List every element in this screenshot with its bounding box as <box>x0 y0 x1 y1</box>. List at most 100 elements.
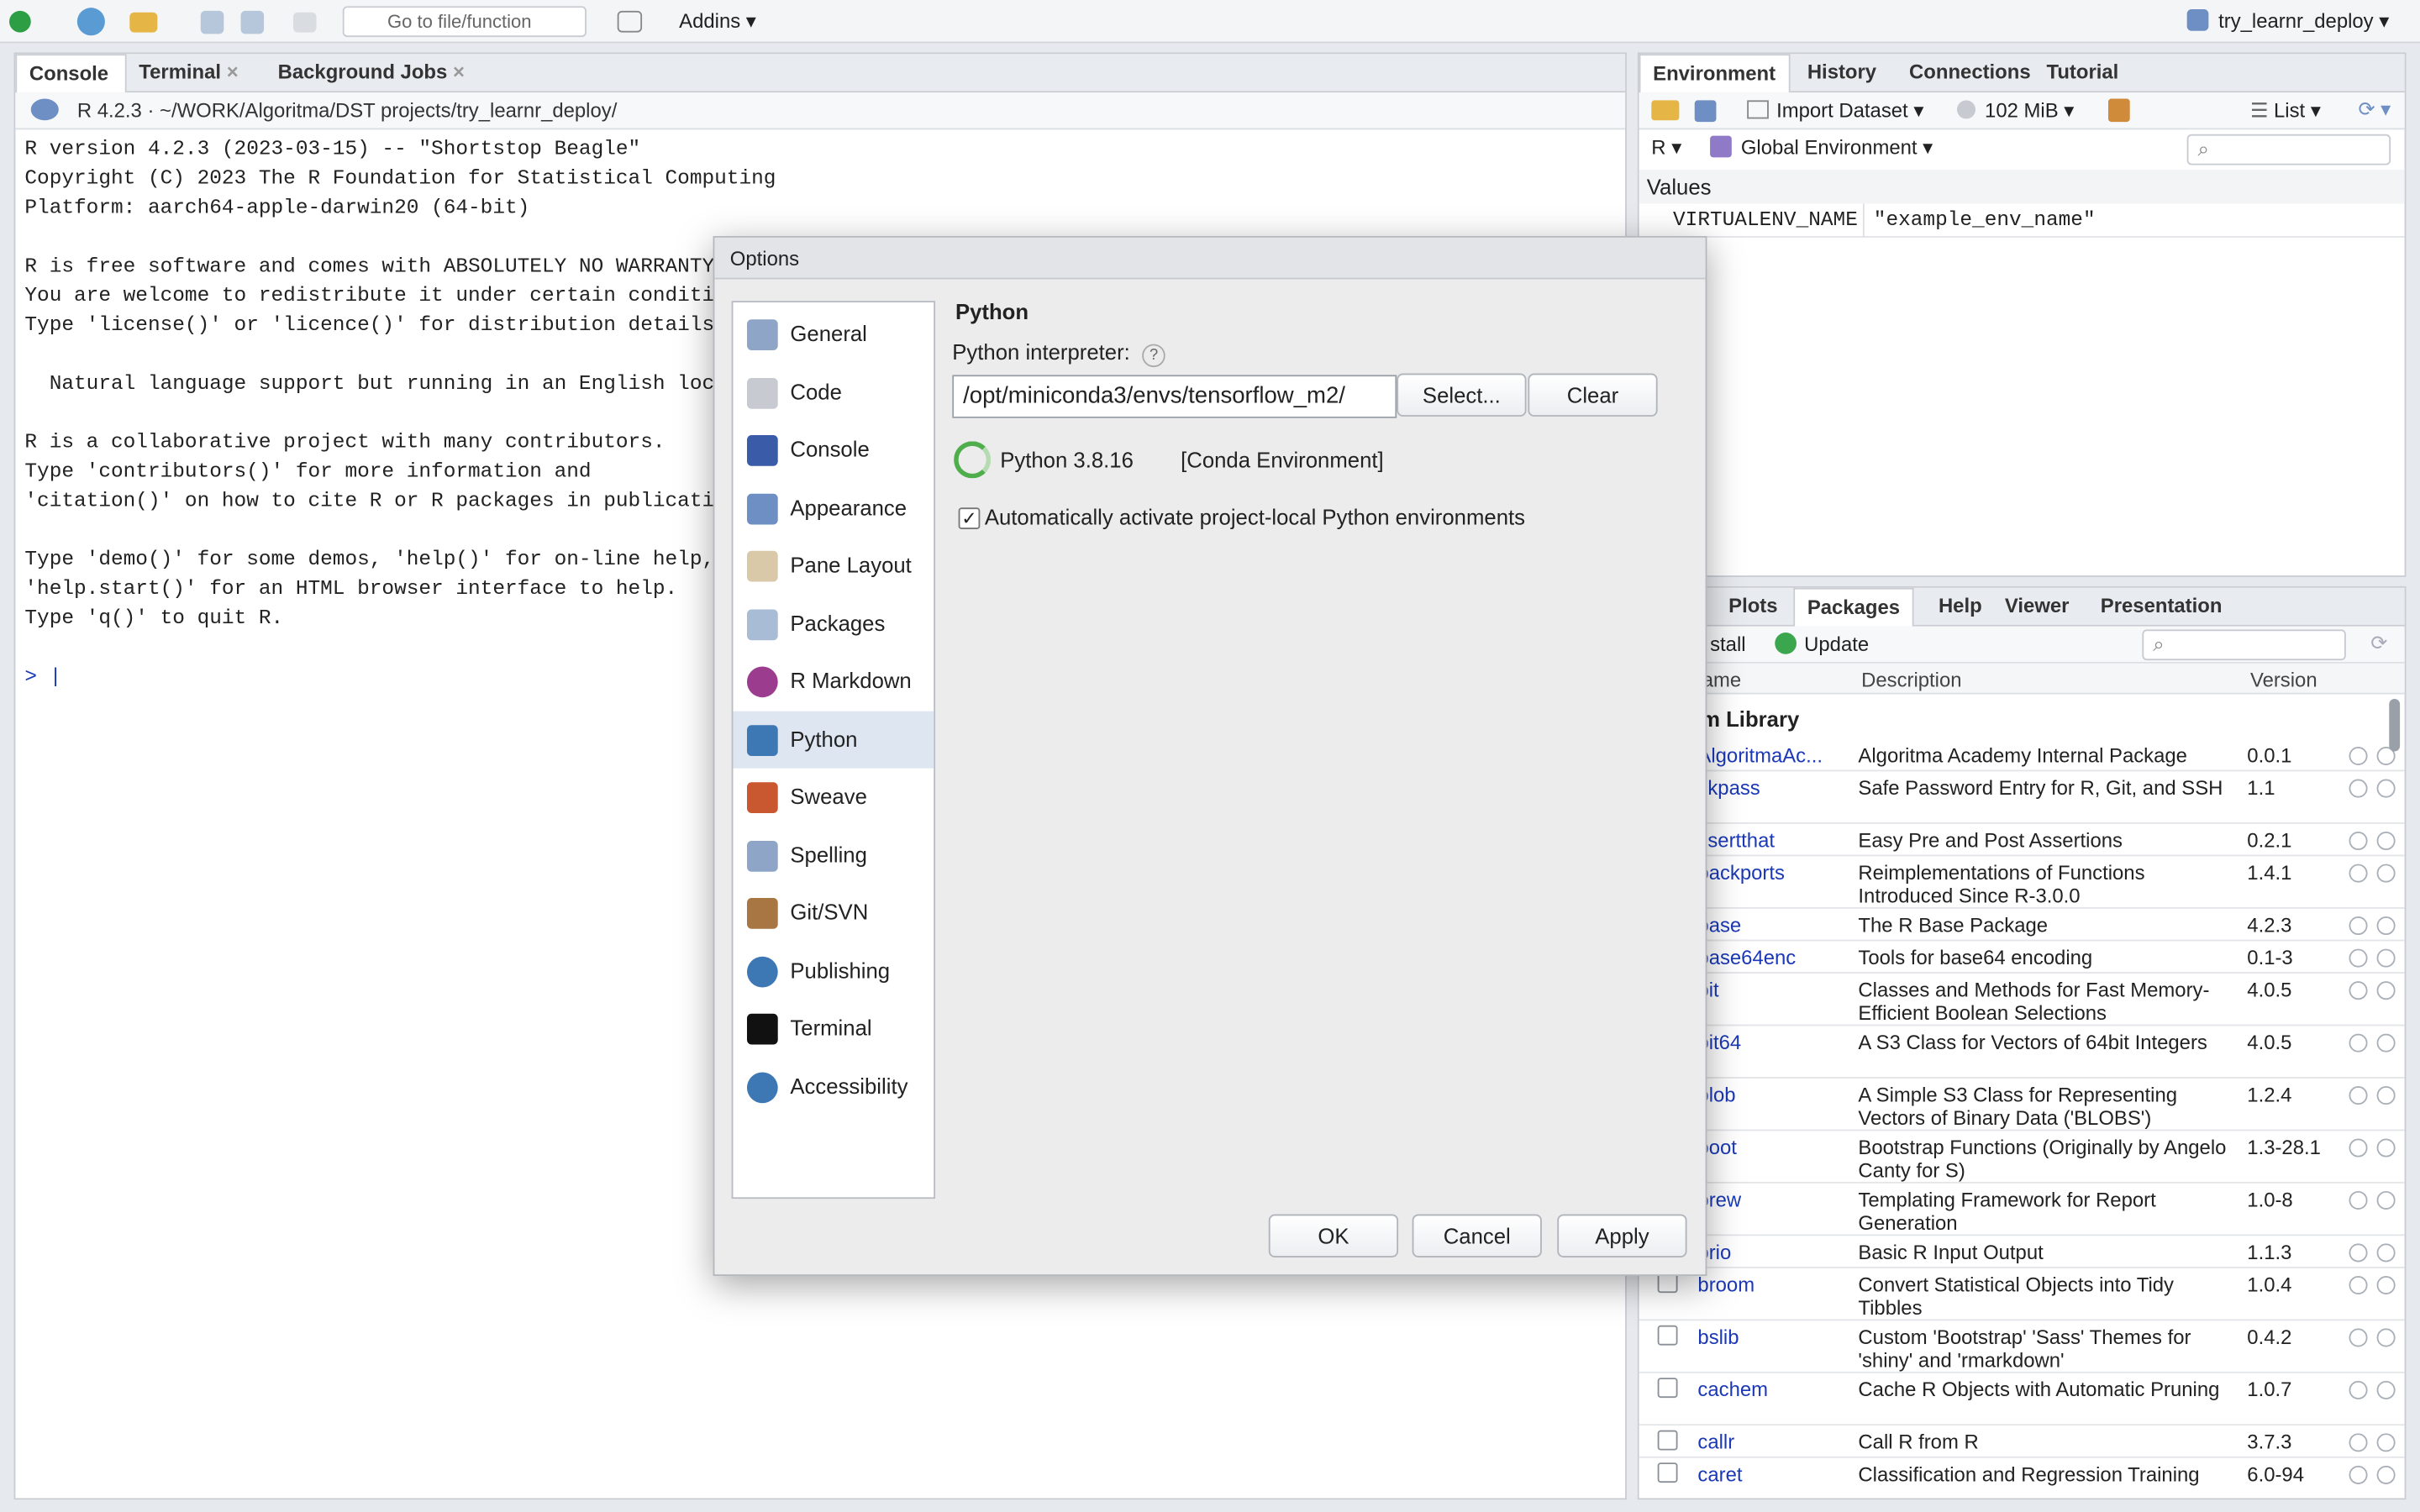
package-name[interactable]: skpass <box>1697 776 1760 800</box>
remove-package-icon[interactable] <box>2376 1433 2396 1452</box>
environment-search-input[interactable]: ⌕ <box>2186 134 2391 165</box>
tab-help[interactable]: Help <box>1926 588 1994 627</box>
close-icon[interactable]: × <box>453 60 465 84</box>
import-dataset-menu[interactable]: Import Dataset ▾ <box>1747 99 1923 123</box>
nav-item-publishing[interactable]: Publishing <box>733 942 934 999</box>
scrollbar-thumb[interactable] <box>2389 699 2401 752</box>
save-icon[interactable] <box>200 10 224 34</box>
env-variable-row[interactable]: VIRTUALENV_NAME "example_env_name" <box>1639 203 2405 238</box>
nav-item-code[interactable]: Code <box>733 364 934 421</box>
globe-icon[interactable] <box>2349 916 2368 936</box>
remove-package-icon[interactable] <box>2376 1328 2396 1347</box>
package-row[interactable]: blob A Simple S3 Class for Representing V… <box>1639 1079 2405 1131</box>
package-name[interactable]: backports <box>1697 861 1785 885</box>
new-project-icon[interactable] <box>76 8 105 36</box>
package-row[interactable]: callr Call R from R 3.7.3 <box>1639 1425 2405 1458</box>
refresh-icon[interactable]: ⟳ <box>2370 631 2387 655</box>
tab-presentation[interactable]: Presentation <box>2088 588 2234 627</box>
remove-package-icon[interactable] <box>2376 1275 2396 1295</box>
working-directory-path[interactable]: R 4.2.3 · ~/WORK/Algoritma/DST projects/… <box>77 99 618 123</box>
tab-viewer[interactable]: Viewer <box>1992 588 2081 627</box>
package-checkbox[interactable] <box>1657 1430 1678 1451</box>
package-name[interactable]: callr <box>1697 1431 1734 1454</box>
globe-icon[interactable] <box>2349 1190 2368 1210</box>
tab-tutorial[interactable]: Tutorial <box>2034 54 2131 92</box>
package-checkbox[interactable] <box>1657 1325 1678 1346</box>
globe-icon[interactable] <box>2349 1328 2368 1347</box>
globe-icon[interactable] <box>2349 1433 2368 1452</box>
package-row[interactable]: boot Bootstrap Functions (Originally by A… <box>1639 1131 2405 1184</box>
package-name[interactable]: cachem <box>1697 1378 1768 1401</box>
auto-activate-label[interactable]: Automatically activate project-local Pyt… <box>985 505 1525 529</box>
globe-icon[interactable] <box>2349 864 2368 883</box>
remove-package-icon[interactable] <box>2376 1380 2396 1399</box>
package-name[interactable]: bslib <box>1697 1326 1739 1349</box>
globe-icon[interactable] <box>2349 1243 2368 1263</box>
console-output[interactable]: R version 4.2.3 (2023-03-15) -- "Shortst… <box>24 134 776 691</box>
globe-icon[interactable] <box>2349 1138 2368 1158</box>
globe-icon[interactable] <box>2349 948 2368 968</box>
package-row[interactable]: base The R Base Package 4.2.3 <box>1639 909 2405 942</box>
package-row[interactable]: ssertthat Easy Pre and Post Assertions 0.2… <box>1639 824 2405 857</box>
remove-package-icon[interactable] <box>2376 981 2396 1000</box>
nav-item-terminal[interactable]: Terminal <box>733 1000 934 1057</box>
tab-background-jobs[interactable]: Background Jobs × <box>266 54 477 92</box>
tab-console[interactable]: Console <box>15 54 127 93</box>
globe-icon[interactable] <box>2349 832 2368 851</box>
packages-search-input[interactable]: ⌕ <box>2142 629 2346 661</box>
remove-package-icon[interactable] <box>2376 1033 2396 1053</box>
remove-package-icon[interactable] <box>2376 832 2396 851</box>
view-mode-menu[interactable]: ☰ List ▾ <box>2250 99 2321 123</box>
tab-terminal[interactable]: Terminal × <box>127 54 251 92</box>
remove-package-icon[interactable] <box>2376 864 2396 883</box>
package-name[interactable]: caret <box>1697 1462 1742 1486</box>
package-row[interactable]: base64enc Tools for base64 encoding 0.1-3 <box>1639 941 2405 974</box>
project-menu[interactable]: try_learnr_deploy ▾ <box>2187 9 2389 34</box>
package-row[interactable]: broom Convert Statistical Objects into Ti… <box>1639 1268 2405 1321</box>
apply-button[interactable]: Apply <box>1557 1214 1687 1257</box>
package-checkbox[interactable] <box>1657 1462 1678 1483</box>
nav-item-git-svn[interactable]: Git/SVN <box>733 884 934 941</box>
remove-package-icon[interactable] <box>2376 1190 2396 1210</box>
update-button[interactable]: Update <box>1775 633 1869 656</box>
package-row[interactable]: backports Reimplementations of Functions … <box>1639 856 2405 909</box>
globe-icon[interactable] <box>2349 1380 2368 1399</box>
print-icon[interactable] <box>292 12 317 33</box>
help-icon[interactable]: ? <box>1142 344 1165 368</box>
globe-icon[interactable] <box>2349 981 2368 1000</box>
package-row[interactable]: cachem Cache R Objects with Automatic Pru… <box>1639 1373 2405 1426</box>
nav-item-r-markdown[interactable]: R Markdown <box>733 653 934 710</box>
tab-connections[interactable]: Connections <box>1897 54 2043 92</box>
column-header-version[interactable]: Version <box>2250 668 2317 691</box>
auto-activate-checkbox[interactable]: ✓ <box>958 507 981 529</box>
memory-usage[interactable]: 102 MiB ▾ <box>1956 99 2074 123</box>
save-workspace-icon[interactable] <box>1694 100 1717 123</box>
addins-menu[interactable]: Addins ▾ <box>679 9 756 34</box>
refresh-icon[interactable]: ⟳ ▾ <box>2359 97 2391 122</box>
cancel-button[interactable]: Cancel <box>1412 1214 1542 1257</box>
interpreter-path-input[interactable]: /opt/miniconda3/envs/tensorflow_m2/ <box>952 375 1397 418</box>
package-name[interactable]: ssertthat <box>1697 828 1775 852</box>
nav-item-console[interactable]: Console <box>733 421 934 478</box>
new-file-icon[interactable] <box>9 10 31 33</box>
package-row[interactable]: bit Classes and Methods for Fast Memory-E… <box>1639 974 2405 1026</box>
nav-item-spelling[interactable]: Spelling <box>733 827 934 884</box>
package-row[interactable]: brio Basic R Input Output 1.1.3 <box>1639 1236 2405 1268</box>
tab-plots[interactable]: Plots <box>1716 588 1790 627</box>
package-name[interactable]: AlgoritmaAc... <box>1697 743 1823 767</box>
nav-item-packages[interactable]: Packages <box>733 595 934 652</box>
remove-package-icon[interactable] <box>2376 1465 2396 1484</box>
package-row[interactable]: AlgoritmaAc... Algoritma Academy Internal… <box>1639 739 2405 772</box>
nav-item-python[interactable]: Python <box>733 710 934 768</box>
goto-file-input[interactable]: Go to file/function <box>342 6 587 38</box>
nav-item-general[interactable]: General <box>733 306 934 363</box>
load-workspace-icon[interactable] <box>1651 100 1680 121</box>
ok-button[interactable]: OK <box>1268 1214 1399 1257</box>
tab-environment[interactable]: Environment <box>1639 54 1791 93</box>
grid-layout-icon[interactable] <box>617 10 643 33</box>
remove-package-icon[interactable] <box>2376 916 2396 936</box>
package-checkbox[interactable] <box>1657 1378 1678 1399</box>
nav-item-accessibility[interactable]: Accessibility <box>733 1058 934 1115</box>
save-all-icon[interactable] <box>240 10 265 34</box>
globe-icon[interactable] <box>2349 1033 2368 1053</box>
